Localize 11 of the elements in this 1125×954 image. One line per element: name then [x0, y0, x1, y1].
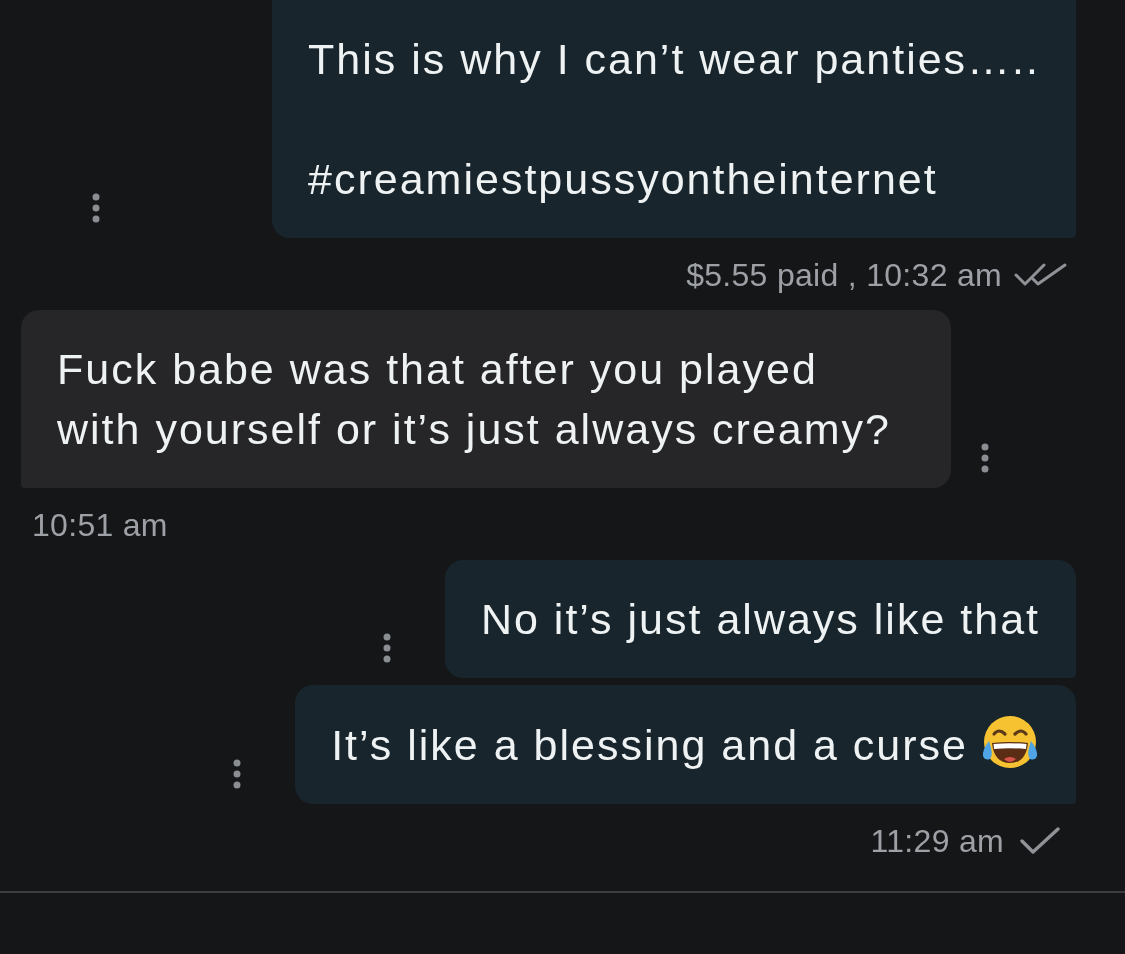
message-text: It’s like a blessing and a curse [331, 721, 968, 769]
more-options-icon[interactable] [382, 633, 391, 663]
message-meta-text: 10:51 am [32, 506, 168, 545]
more-options-icon[interactable] [233, 759, 242, 789]
message-text: This is why I can’t wear panties….. #creamiestpussyontheinternet [308, 35, 1040, 203]
more-options-icon[interactable] [92, 193, 100, 223]
message-meta-text: 11:29 am [870, 822, 1004, 861]
message-meta-text: $5.55 paid , 10:32 am [686, 256, 1002, 295]
message-text: No it’s just always like that [480, 595, 1040, 643]
more-options-icon[interactable] [981, 443, 989, 473]
message-text: Fuck babe was that after you played with yourself or it’s just always creamy? [57, 345, 891, 453]
